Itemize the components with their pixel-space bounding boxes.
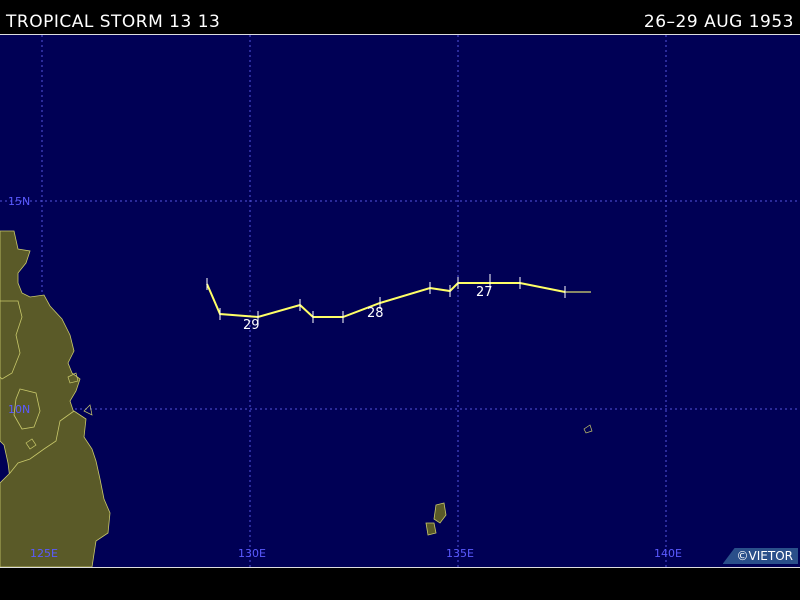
storm-track: 29 28 27	[206, 274, 591, 333]
day-label-28: 28	[367, 306, 384, 321]
map-canvas: 29 28 27 125E 130E 135E 140E 15N 10N	[0, 35, 800, 567]
day-label-27: 27	[476, 285, 493, 300]
graticule	[0, 35, 800, 567]
longitude-label-140e: 140E	[654, 547, 682, 560]
credit-badge: ©VIETOR	[722, 548, 798, 564]
islet-outline	[583, 424, 593, 434]
palau-island	[425, 522, 437, 536]
palau-island-north	[433, 502, 447, 524]
date-range: 26–29 AUG 1953	[643, 12, 794, 32]
coast-outline	[83, 404, 93, 416]
latitude-label-15n: 15N	[8, 195, 30, 208]
longitude-label-125e: 125E	[30, 547, 58, 560]
track-line	[206, 282, 566, 319]
grid-labels: 125E 130E 135E 140E 15N 10N	[8, 195, 682, 560]
storm-title: TROPICAL STORM 13 13	[6, 12, 221, 32]
day-label-29: 29	[243, 318, 260, 333]
latitude-label-10n: 10N	[8, 403, 30, 416]
longitude-label-130e: 130E	[238, 547, 266, 560]
longitude-label-135e: 135E	[446, 547, 474, 560]
landmass	[0, 230, 593, 567]
track-map: 29 28 27 125E 130E 135E 140E 15N 10N	[0, 34, 800, 568]
